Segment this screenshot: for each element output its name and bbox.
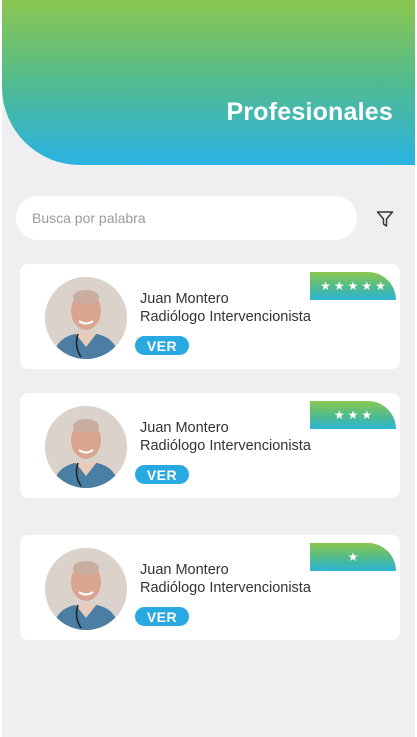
star-icon: ★ xyxy=(361,408,373,422)
rating-badge: ★ ★ ★ xyxy=(310,401,396,429)
professional-role: Radiólogo Intervencionista xyxy=(140,309,311,325)
star-icon: ★ xyxy=(347,408,359,422)
star-icon: ★ xyxy=(347,550,359,564)
app-screen: Profesionales Juan Montero Radiólogo Int… xyxy=(2,0,415,737)
star-icon: ★ xyxy=(375,279,386,293)
view-button[interactable]: VER xyxy=(135,607,189,626)
star-icon: ★ xyxy=(333,408,345,422)
avatar xyxy=(45,277,127,359)
search-bar[interactable] xyxy=(16,196,357,240)
view-button[interactable]: VER xyxy=(135,465,189,484)
star-icon: ★ xyxy=(361,279,373,293)
professional-card[interactable]: Juan Montero Radiólogo Intervencionista … xyxy=(20,393,400,498)
rating-badge: ★ xyxy=(310,543,396,571)
professional-card[interactable]: Juan Montero Radiólogo Intervencionista … xyxy=(20,264,400,369)
professional-name: Juan Montero xyxy=(140,291,229,307)
avatar xyxy=(45,406,127,488)
header-banner: Profesionales xyxy=(2,0,415,165)
filter-icon xyxy=(376,211,394,227)
professional-name: Juan Montero xyxy=(140,562,229,578)
filter-button[interactable] xyxy=(374,208,396,230)
search-input[interactable] xyxy=(32,210,357,226)
professional-role: Radiólogo Intervencionista xyxy=(140,580,311,596)
star-icon: ★ xyxy=(320,279,331,293)
professional-card[interactable]: Juan Montero Radiólogo Intervencionista … xyxy=(20,535,400,640)
professional-name: Juan Montero xyxy=(140,420,229,436)
page-title: Profesionales xyxy=(226,98,393,126)
avatar xyxy=(45,548,127,630)
view-button[interactable]: VER xyxy=(135,336,189,355)
star-icon: ★ xyxy=(347,279,359,293)
professional-role: Radiólogo Intervencionista xyxy=(140,438,311,454)
rating-badge: ★ ★ ★ ★ ★ xyxy=(310,272,396,300)
star-icon: ★ xyxy=(333,279,345,293)
